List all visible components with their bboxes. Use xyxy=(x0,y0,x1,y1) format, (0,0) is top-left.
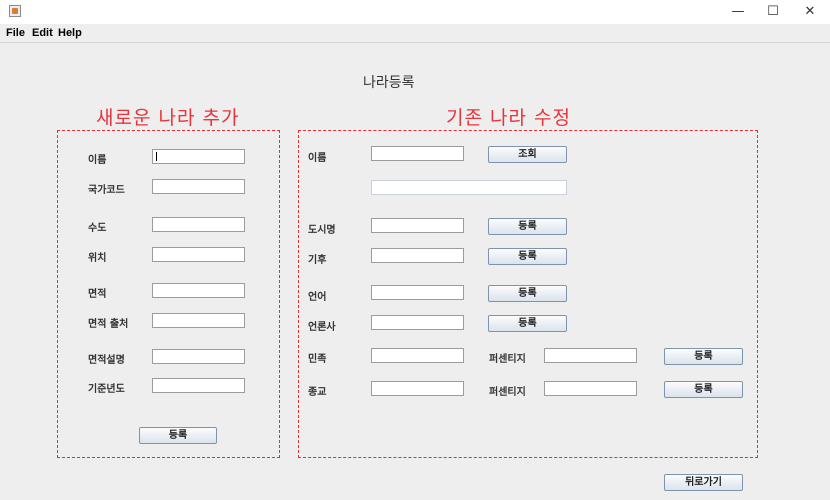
area-source-input[interactable] xyxy=(152,313,245,328)
maximize-button[interactable]: ☐ xyxy=(755,0,791,24)
close-button[interactable]: ✕ xyxy=(792,0,828,24)
lookup-button[interactable]: 조회 xyxy=(488,146,567,163)
country-code-label: 국가코드 xyxy=(88,185,125,196)
add-register-button[interactable]: 등록 xyxy=(139,427,217,444)
minimize-button[interactable]: — xyxy=(720,0,756,24)
religion-register-button[interactable]: 등록 xyxy=(664,381,743,398)
add-section-title: 새로운 나라 추가 xyxy=(96,107,240,129)
base-year-label: 기준년도 xyxy=(88,384,125,395)
religion-label: 종교 xyxy=(308,387,327,398)
page-title: 나라등록 xyxy=(363,75,415,91)
country-code-input[interactable] xyxy=(152,179,245,194)
city-input[interactable] xyxy=(371,218,464,233)
ethnicity-label: 민족 xyxy=(308,354,327,365)
lookup-result-field[interactable] xyxy=(371,180,567,195)
language-register-button[interactable]: 등록 xyxy=(488,285,567,302)
area-source-label: 면적 출처 xyxy=(88,319,129,330)
city-register-button[interactable]: 등록 xyxy=(488,218,567,235)
religion-input[interactable] xyxy=(371,381,464,396)
menu-bar: File Edit Help xyxy=(0,24,830,43)
java-app-icon xyxy=(9,5,21,17)
location-label: 위치 xyxy=(88,253,107,264)
capital-input[interactable] xyxy=(152,217,245,232)
area-description-label: 면적설명 xyxy=(88,355,125,366)
ethnicity-percent-label: 퍼센티지 xyxy=(489,354,526,365)
climate-register-button[interactable]: 등록 xyxy=(488,248,567,265)
area-description-input[interactable] xyxy=(152,349,245,364)
text-caret xyxy=(156,152,157,161)
title-bar: — ☐ ✕ xyxy=(0,0,830,24)
edit-name-label: 이름 xyxy=(308,153,327,164)
city-label: 도시명 xyxy=(308,225,336,236)
location-input[interactable] xyxy=(152,247,245,262)
menu-file[interactable]: File xyxy=(6,27,25,39)
press-register-button[interactable]: 등록 xyxy=(488,315,567,332)
menu-help[interactable]: Help xyxy=(58,27,82,39)
climate-label: 기후 xyxy=(308,255,327,266)
religion-percent-input[interactable] xyxy=(544,381,637,396)
edit-name-input[interactable] xyxy=(371,146,464,161)
language-label: 언어 xyxy=(308,292,327,303)
press-input[interactable] xyxy=(371,315,464,330)
climate-input[interactable] xyxy=(371,248,464,263)
area-input[interactable] xyxy=(152,283,245,298)
capital-label: 수도 xyxy=(88,223,107,234)
back-button[interactable]: 뒤로가기 xyxy=(664,474,743,491)
base-year-input[interactable] xyxy=(152,378,245,393)
press-label: 언론사 xyxy=(308,322,336,333)
menu-edit[interactable]: Edit xyxy=(32,27,53,39)
ethnicity-register-button[interactable]: 등록 xyxy=(664,348,743,365)
religion-percent-label: 퍼센티지 xyxy=(489,387,526,398)
area-label: 면적 xyxy=(88,289,107,300)
ethnicity-input[interactable] xyxy=(371,348,464,363)
edit-section-title: 기존 나라 수정 xyxy=(446,107,571,129)
ethnicity-percent-input[interactable] xyxy=(544,348,637,363)
name-label: 이름 xyxy=(88,155,107,166)
language-input[interactable] xyxy=(371,285,464,300)
name-input[interactable] xyxy=(152,149,245,164)
